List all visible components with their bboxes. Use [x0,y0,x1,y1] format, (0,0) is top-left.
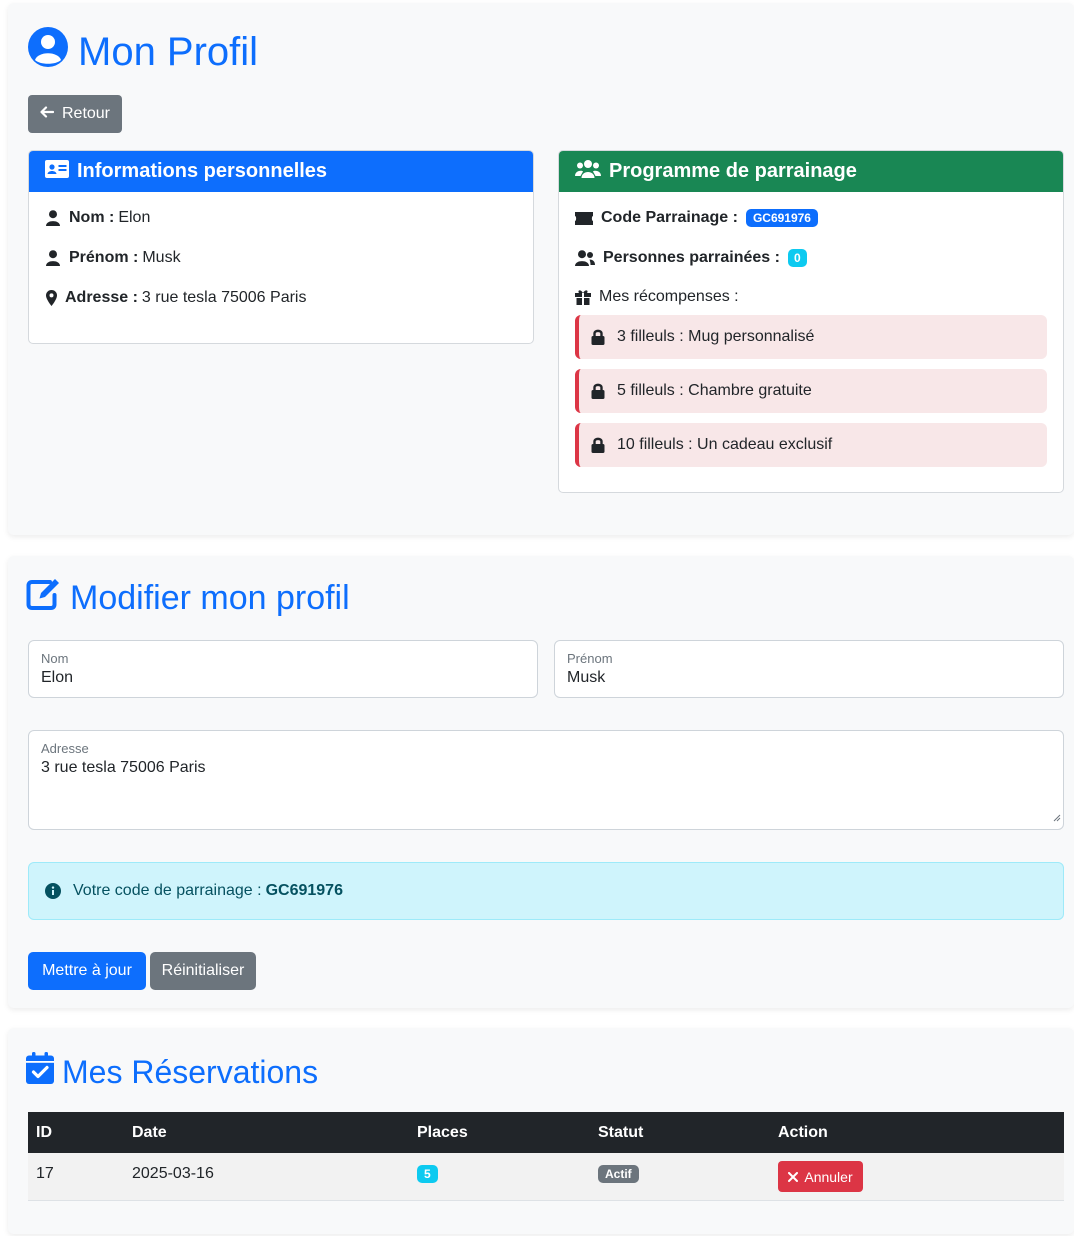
reward-item: 5 filleuls : Chambre gratuite [575,369,1047,413]
personal-info-card: Informations personnelles Nom : Elon Pré… [28,150,534,344]
reward-text: 5 filleuls : Chambre gratuite [617,382,812,399]
table-header-row: ID Date Places Statut Action [28,1112,1064,1153]
prenom-field-label: Prénom [567,651,613,666]
update-button[interactable]: Mettre à jour [28,952,146,990]
lock-icon [591,329,605,345]
profile-section: Mon Profil Retour Informations personnel… [8,3,1074,535]
adresse-field-label: Adresse [41,741,89,756]
reset-button[interactable]: Réinitialiser [150,952,256,990]
status-badge: Actif [598,1165,639,1183]
info-circle-icon [45,883,61,899]
resize-handle-icon[interactable] [1051,809,1061,827]
calendar-check-icon [26,1052,54,1092]
users-icon [575,159,601,185]
info-adresse-row: Adresse : 3 rue tesla 75006 Paris [45,289,306,307]
info-nom-label: Nom : [69,209,115,226]
adresse-field-value: 3 rue tesla 75006 Paris [41,759,206,776]
reward-item: 3 filleuls : Mug personnalisé [575,315,1047,359]
prenom-field[interactable]: Prénom Musk [554,640,1064,698]
cancel-button-label: Annuler [804,1168,853,1185]
reservations-table: ID Date Places Statut Action 17 2025-03-… [28,1112,1064,1201]
nom-field-label: Nom [41,651,69,666]
page-title-text: Mon Profil [78,29,259,74]
info-prenom-label: Prénom : [69,249,139,266]
edit-profile-title-text: Modifier mon profil [70,579,350,617]
user-icon [45,250,61,266]
cell-places: 5 [417,1153,438,1200]
column-header-id: ID [36,1123,52,1141]
alert-code: GC691976 [265,882,343,899]
map-marker-icon [45,290,57,306]
referral-code-label: Code Parrainage : [601,209,738,226]
edit-profile-section: Modifier mon profil Nom Elon Prénom Musk… [8,556,1074,1008]
lock-icon [591,437,605,453]
rewards-heading-row: Mes récompenses : [575,288,739,306]
referral-code-row: Code Parrainage : GC691976 [575,209,818,227]
reservations-title-text: Mes Réservations [62,1053,319,1090]
cancel-reservation-button[interactable]: Annuler [778,1161,863,1192]
cell-id: 17 [36,1165,54,1182]
user-circle-icon [28,27,68,77]
user-icon [45,210,61,226]
page-title: Mon Profil [28,27,258,77]
back-button-label: Retour [61,105,111,122]
info-prenom-value: Musk [142,249,181,266]
referral-title: Programme de parrainage [609,160,857,182]
table-row: 17 2025-03-16 5 Actif Annuler [28,1153,1064,1201]
referral-code-alert: Votre code de parrainage : GC691976 [28,862,1064,920]
column-header-date: Date [132,1123,167,1141]
reward-text: 3 filleuls : Mug personnalisé [617,328,815,345]
cell-action: Annuler [778,1153,863,1200]
column-header-places: Places [417,1123,468,1141]
edit-profile-title: Modifier mon profil [26,578,350,619]
info-adresse-label: Adresse : [65,289,138,306]
back-button[interactable]: Retour [28,95,122,133]
nom-field-value: Elon [41,669,74,686]
info-prenom-row: Prénom : Musk [45,249,181,267]
referral-header: Programme de parrainage [559,151,1063,192]
personal-info-header: Informations personnelles [29,151,533,192]
column-header-action: Action [778,1123,828,1141]
prenom-field-value: Musk [567,669,606,686]
adresse-textarea[interactable]: Adresse 3 rue tesla 75006 Paris [28,730,1064,830]
referral-count-label: Personnes parrainées : [603,249,780,266]
user-friends-icon [575,250,595,266]
gift-icon [575,289,591,305]
reward-text: 10 filleuls : Un cadeau exclusif [617,436,833,453]
reservations-title: Mes Réservations [26,1052,318,1092]
info-nom-row: Nom : Elon [45,209,150,227]
reservations-section: Mes Réservations ID Date Places Statut A… [8,1028,1074,1234]
close-icon [788,1169,799,1185]
cell-date: 2025-03-16 [132,1165,214,1182]
places-badge: 5 [417,1165,438,1183]
column-header-statut: Statut [598,1123,644,1141]
referral-card: Programme de parrainage Code Parrainage … [558,150,1064,493]
ticket-icon [575,211,593,225]
nom-field[interactable]: Nom Elon [28,640,538,698]
info-nom-value: Elon [118,209,151,226]
reward-item: 10 filleuls : Un cadeau exclusif [575,423,1047,467]
referral-code-badge: GC691976 [745,209,818,227]
arrow-left-icon [40,105,55,124]
personal-info-title: Informations personnelles [77,160,328,182]
edit-icon [26,578,60,619]
referral-count-row: Personnes parrainées : 0 [575,249,807,267]
lock-icon [591,383,605,399]
rewards-heading: Mes récompenses : [599,288,739,305]
referral-count-badge: 0 [787,249,807,267]
id-card-icon [45,159,69,184]
cell-statut: Actif [598,1153,639,1200]
alert-text: Votre code de parrainage : [73,882,262,899]
info-adresse-value: 3 rue tesla 75006 Paris [141,289,307,306]
